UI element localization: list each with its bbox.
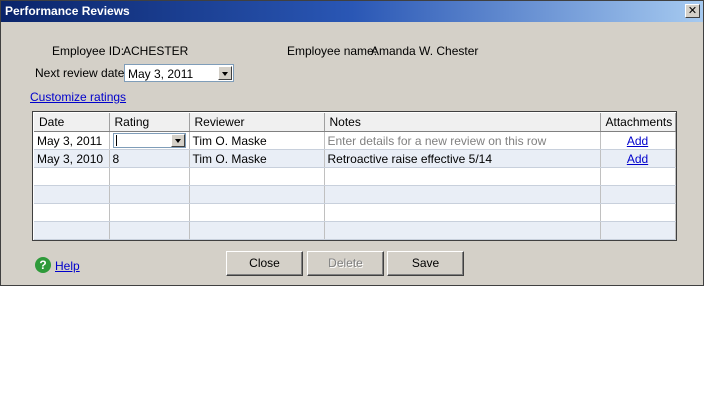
next-review-date-value: May 3, 2011 (128, 67, 194, 81)
cell-reviewer[interactable] (189, 221, 325, 240)
cell-rating[interactable]: 8 (109, 149, 190, 168)
reviews-table: Date Rating Reviewer Notes Attachments M… (34, 113, 676, 240)
cell-date[interactable] (34, 167, 110, 186)
cell-reviewer[interactable] (189, 185, 325, 204)
performance-reviews-dialog: Performance Reviews ✕ Employee ID: ACHES… (0, 0, 704, 286)
cell-reviewer[interactable]: Tim O. Maske (189, 131, 325, 150)
column-header-notes[interactable]: Notes (324, 113, 601, 132)
table-header-row: Date Rating Reviewer Notes Attachments (34, 113, 676, 132)
chevron-down-icon[interactable] (218, 66, 232, 80)
close-icon[interactable]: ✕ (685, 4, 700, 18)
cell-attachments[interactable] (600, 221, 676, 240)
cell-notes[interactable] (324, 221, 601, 240)
cell-attachments[interactable] (600, 203, 676, 222)
employee-id-value: ACHESTER (123, 44, 189, 58)
close-button[interactable]: Close (226, 251, 303, 276)
table-row[interactable] (34, 221, 676, 240)
column-header-date[interactable]: Date (34, 113, 110, 132)
delete-button[interactable]: Delete (307, 251, 384, 276)
cell-rating[interactable] (109, 131, 190, 150)
help-icon[interactable]: ? (35, 257, 51, 273)
cell-rating[interactable] (109, 167, 190, 186)
reviews-grid: Date Rating Reviewer Notes Attachments M… (32, 111, 677, 241)
table-row[interactable] (34, 185, 676, 204)
add-attachment-link[interactable]: Add (627, 152, 648, 166)
employee-name-label: Employee name: (287, 44, 378, 58)
cell-date[interactable]: May 3, 2010 (34, 149, 110, 168)
cell-notes[interactable] (324, 203, 601, 222)
next-review-date-select[interactable]: May 3, 2011 (124, 64, 234, 82)
cell-attachments[interactable] (600, 185, 676, 204)
window-title: Performance Reviews (5, 4, 130, 18)
cell-notes[interactable] (324, 167, 601, 186)
cell-date[interactable] (34, 185, 110, 204)
chevron-down-icon[interactable] (170, 134, 185, 147)
employee-name-value: Amanda W. Chester (371, 44, 479, 58)
cell-notes[interactable]: Enter details for a new review on this r… (324, 131, 601, 150)
cell-notes[interactable] (324, 185, 601, 204)
column-header-reviewer[interactable]: Reviewer (189, 113, 325, 132)
cell-attachments[interactable]: Add (600, 131, 676, 150)
help-link[interactable]: Help (55, 259, 80, 273)
customize-ratings-link[interactable]: Customize ratings (30, 90, 126, 104)
table-row[interactable]: May 3, 2010 8 Tim O. Maske Retroactive r… (34, 149, 676, 168)
add-attachment-link[interactable]: Add (627, 134, 648, 148)
cell-date[interactable] (34, 221, 110, 240)
cell-rating[interactable] (109, 185, 190, 204)
cell-attachments[interactable] (600, 167, 676, 186)
cell-notes[interactable]: Retroactive raise effective 5/14 (324, 149, 601, 168)
table-row[interactable] (34, 167, 676, 186)
cell-reviewer[interactable] (189, 167, 325, 186)
cell-attachments[interactable]: Add (600, 149, 676, 168)
save-button[interactable]: Save (387, 251, 464, 276)
cell-reviewer[interactable] (189, 203, 325, 222)
cell-reviewer[interactable]: Tim O. Maske (189, 149, 325, 168)
table-row[interactable] (34, 203, 676, 222)
cell-rating[interactable] (109, 221, 190, 240)
next-review-date-label: Next review date: (35, 66, 128, 80)
column-header-attachments[interactable]: Attachments (600, 113, 676, 132)
text-caret (115, 135, 117, 146)
column-header-rating[interactable]: Rating (109, 113, 190, 132)
title-bar[interactable]: Performance Reviews ✕ (1, 1, 703, 22)
rating-select[interactable] (112, 133, 186, 148)
table-row[interactable]: May 3, 2011 Tim O. Maske Enter details f… (34, 131, 676, 150)
cell-rating[interactable] (109, 203, 190, 222)
employee-id-label: Employee ID: (52, 44, 125, 58)
cell-date[interactable]: May 3, 2011 (34, 131, 110, 150)
cell-date[interactable] (34, 203, 110, 222)
